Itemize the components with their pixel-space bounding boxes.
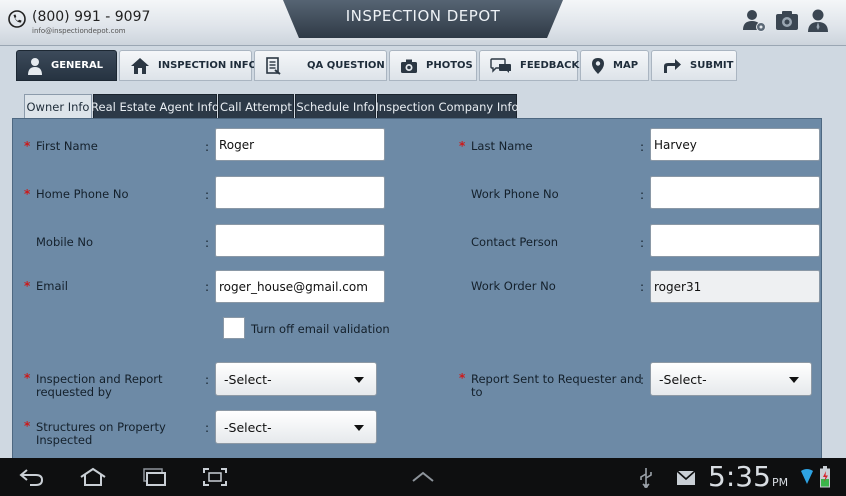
structures-label-line2: Inspected [36,433,93,447]
home-icon[interactable] [78,467,108,487]
select-value: -Select- [224,372,272,387]
tab-label: PHOTOS [426,60,473,71]
colon: : [640,236,645,250]
app-header: (800) 991 - 9097 info@inspectiondepot.co… [0,0,846,46]
document-icon [266,56,281,75]
tab-label: QA QUESTION [307,60,385,71]
colon: : [205,373,210,387]
tab-inspection-info[interactable]: INSPECTION INFO [119,50,257,81]
colon: : [640,140,645,154]
work-order-label: Work Order No [471,279,556,293]
owner-info-panel: * First Name : Roger * Last Name : Harve… [12,118,822,478]
report-sent-label-line2: to [471,385,483,399]
tab-feedback[interactable]: FEEDBACK [479,50,580,81]
email-icon [676,470,696,485]
inspection-report-label-line2: requested by [36,385,112,399]
colon: : [205,421,210,435]
required-asterisk: * [24,139,31,153]
inspection-report-select[interactable]: -Select- [215,362,377,396]
required-asterisk: * [459,139,466,153]
report-sent-select[interactable]: -Select- [650,362,812,396]
wifi-icon [801,469,813,484]
screenshot-icon[interactable] [202,467,228,487]
tab-label: SUBMIT [690,60,734,71]
home-phone-label: Home Phone No [36,187,129,201]
colon: : [205,188,210,202]
recent-apps-icon[interactable] [140,467,168,487]
first-name-label: First Name [36,139,98,153]
home-phone-field[interactable] [215,176,385,209]
camera-settings-icon[interactable] [774,8,800,34]
colon: : [205,236,210,250]
contact-email[interactable]: info@inspectiondepot.com [32,27,126,35]
subtab-owner-info[interactable]: Owner Info [24,94,92,118]
clock-time: 5:35 [708,460,771,493]
last-name-field[interactable]: Harvey [650,128,820,161]
dropdown-arrow-icon [354,425,364,431]
tab-general[interactable]: GENERAL [16,50,117,81]
app-title-tab: INSPECTION DEPOT [283,0,563,40]
phone-number[interactable]: (800) 991 - 9097 [32,9,150,25]
app-title: INSPECTION DEPOT [345,7,501,25]
clock-ampm: PM [772,476,789,489]
dropdown-arrow-icon [354,377,364,383]
colon: : [205,140,210,154]
subtab-real-estate-agent-info[interactable]: Real Estate Agent Info [91,94,219,118]
report-sent-label: Report Sent to Requester and [471,372,642,386]
back-icon[interactable] [18,467,46,487]
system-navigation-bar: 5:35 PM [0,458,846,496]
mobile-field[interactable] [215,224,385,257]
work-order-field: roger31 [650,270,820,303]
dropdown-arrow-icon [789,377,799,383]
work-phone-label: Work Phone No [471,187,559,201]
first-name-field[interactable]: Roger [215,128,385,161]
required-asterisk: * [24,187,31,201]
email-validation-checkbox[interactable] [223,317,245,339]
tab-label: GENERAL [51,60,104,71]
user-icon[interactable] [805,8,831,34]
user-icon [28,57,42,75]
user-settings-icon[interactable] [741,8,767,34]
select-value: -Select- [659,372,707,387]
select-value: -Select- [224,420,272,435]
colon: : [640,373,645,387]
colon: : [205,280,210,294]
mobile-label: Mobile No [36,235,94,249]
home-icon [131,57,149,74]
contact-person-field[interactable] [650,224,820,257]
tab-submit[interactable]: SUBMIT [651,50,737,81]
tab-map[interactable]: MAP [580,50,649,81]
required-asterisk: * [24,371,31,385]
content-area: Owner Info Real Estate Agent Info Call A… [0,84,846,478]
required-asterisk: * [459,371,466,385]
email-field[interactable]: roger_house@gmail.com [215,270,385,303]
tab-label: INSPECTION INFO [158,60,258,71]
colon: : [640,188,645,202]
required-asterisk: * [24,419,31,433]
feedback-icon [490,57,511,73]
email-label: Email [36,279,68,293]
battery-icon [820,466,830,488]
email-validation-label: Turn off email validation [251,322,390,336]
subtab-inspection-company-info[interactable]: Inspection Company Info [375,94,519,118]
work-phone-field[interactable] [650,176,820,209]
tab-qa-question[interactable]: QA QUESTION [254,50,387,81]
camera-icon [401,59,417,73]
tab-label: FEEDBACK [520,60,580,71]
subtab-call-attempt[interactable]: Call Attempt [218,94,294,118]
usb-icon [640,468,652,488]
map-pin-icon [592,57,604,74]
last-name-label: Last Name [471,139,533,153]
required-asterisk: * [24,279,31,293]
subtab-schedule-info[interactable]: Schedule Info [295,94,376,118]
tab-label: MAP [613,60,639,71]
expand-icon[interactable] [410,467,436,487]
main-tab-bar: GENERAL INSPECTION INFO QA QUESTION PHOT… [0,46,846,84]
tab-photos[interactable]: PHOTOS [389,50,477,81]
structures-select[interactable]: -Select- [215,410,377,444]
phone-icon [8,10,26,28]
share-icon [664,58,681,73]
contact-person-label: Contact Person [471,235,559,249]
colon: : [640,280,645,294]
